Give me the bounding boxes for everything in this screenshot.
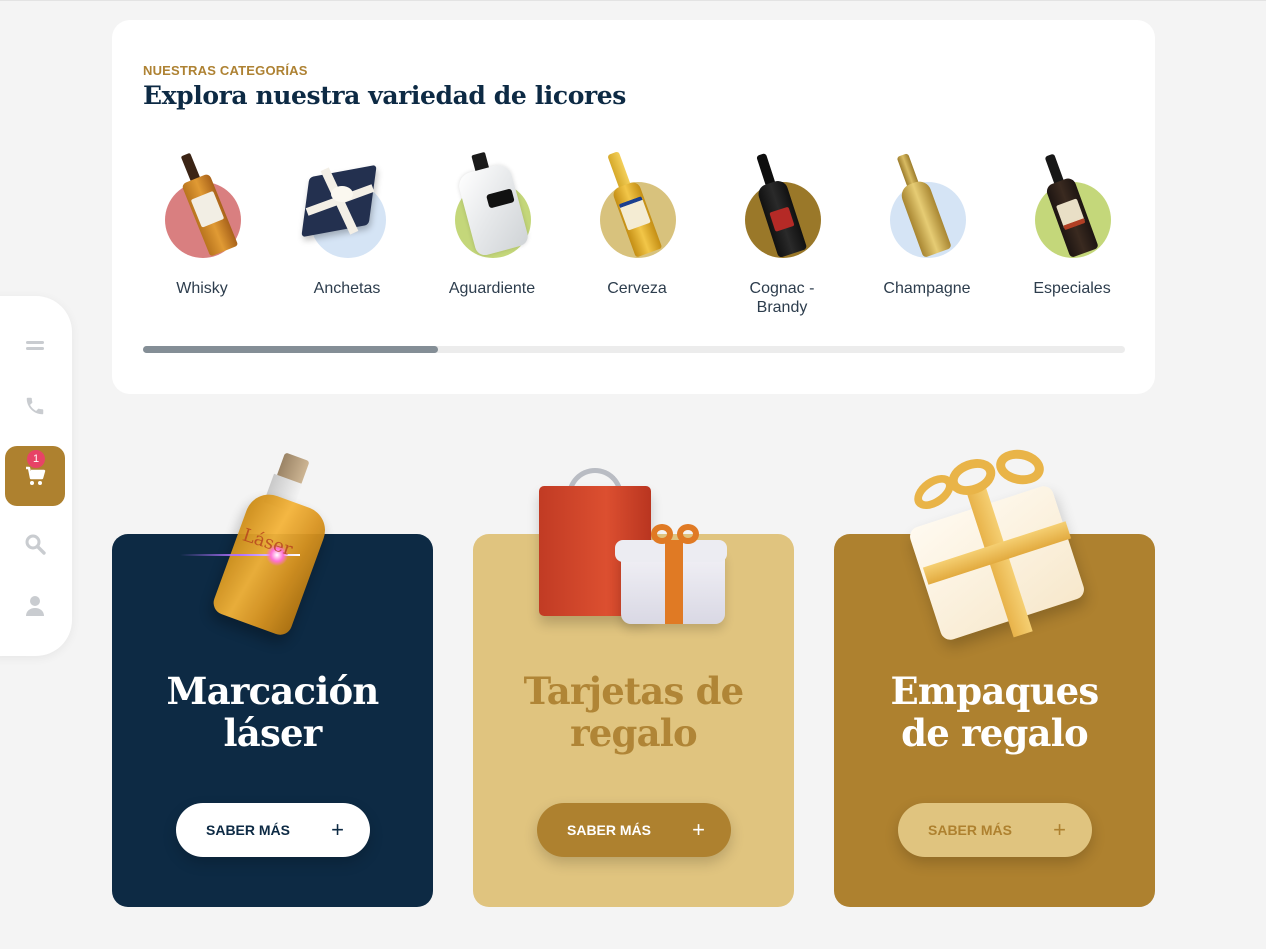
cart-count-badge: 1	[27, 450, 45, 468]
laser-more-button[interactable]: SABER MÁS +	[176, 803, 370, 857]
category-label: Champagne	[883, 280, 971, 297]
gift-cards-more-button[interactable]: SABER MÁS +	[537, 803, 731, 857]
category-label: Cognac - Brandy	[749, 280, 815, 316]
service-card-gift-wrap: Empaques de regalo SABER MÁS +	[834, 446, 1155, 907]
menu-button[interactable]	[5, 316, 65, 376]
service-card-gift-cards: Tarjetas de regalo SABER MÁS +	[473, 468, 794, 907]
category-cognac-brandy[interactable]: Cognac - Brandy	[722, 148, 842, 317]
category-especiales[interactable]: Especiales	[1012, 148, 1132, 298]
plus-icon: +	[1053, 817, 1066, 842]
cart-button[interactable]: 1	[5, 446, 65, 506]
phone-icon	[26, 397, 44, 415]
user-icon	[26, 596, 44, 616]
cerveza-image	[577, 148, 697, 260]
category-champagne[interactable]: Champagne	[867, 148, 987, 298]
button-label: SABER MÁS	[928, 822, 1013, 838]
category-label: Aguardiente	[448, 280, 536, 297]
categories-title: Explora nuestra variedad de licores	[143, 81, 626, 110]
anchetas-image	[287, 148, 407, 260]
categories-eyebrow: NUESTRAS CATEGORÍAS	[143, 63, 308, 78]
category-whisky[interactable]: Whisky	[142, 148, 262, 298]
champagne-image	[867, 148, 987, 260]
search-icon	[25, 534, 46, 555]
account-button[interactable]	[5, 576, 65, 636]
especiales-image	[1012, 148, 1132, 260]
service-title: Marcación láser	[166, 669, 380, 755]
category-label: Whisky	[176, 280, 228, 297]
category-cerveza[interactable]: Cerveza	[577, 148, 697, 298]
category-label: Anchetas	[313, 280, 381, 297]
service-card-laser: Láser Marcación láser SABER MÁS +	[112, 452, 433, 907]
gift-box-image	[904, 446, 1094, 644]
plus-icon: +	[331, 817, 344, 842]
service-title: Tarjetas de regalo	[523, 669, 745, 755]
category-scrollbar-thumb[interactable]	[143, 346, 438, 353]
search-button[interactable]	[5, 514, 65, 574]
gift-wrap-more-button[interactable]: SABER MÁS +	[898, 803, 1092, 857]
aguardiente-image	[432, 148, 552, 260]
shopping-bag-gift-image	[533, 468, 733, 638]
category-label: Cerveza	[607, 280, 667, 297]
category-scrollbar[interactable]	[143, 346, 1125, 353]
cognac-image	[722, 148, 842, 260]
category-anchetas[interactable]: Anchetas	[287, 148, 407, 298]
whisky-image	[142, 148, 262, 260]
top-divider	[0, 0, 1266, 1]
floating-side-nav: 1	[0, 296, 72, 656]
service-title: Empaques de regalo	[890, 669, 1100, 755]
phone-button[interactable]	[5, 376, 65, 436]
button-label: SABER MÁS	[206, 822, 291, 838]
categories-card: NUESTRAS CATEGORÍAS Explora nuestra vari…	[112, 20, 1155, 394]
button-label: SABER MÁS	[567, 822, 652, 838]
category-label: Especiales	[1033, 280, 1111, 297]
menu-icon	[26, 341, 44, 350]
plus-icon: +	[692, 817, 705, 842]
laser-bottle-image: Láser	[180, 452, 350, 646]
category-aguardiente[interactable]: Aguardiente	[432, 148, 552, 298]
